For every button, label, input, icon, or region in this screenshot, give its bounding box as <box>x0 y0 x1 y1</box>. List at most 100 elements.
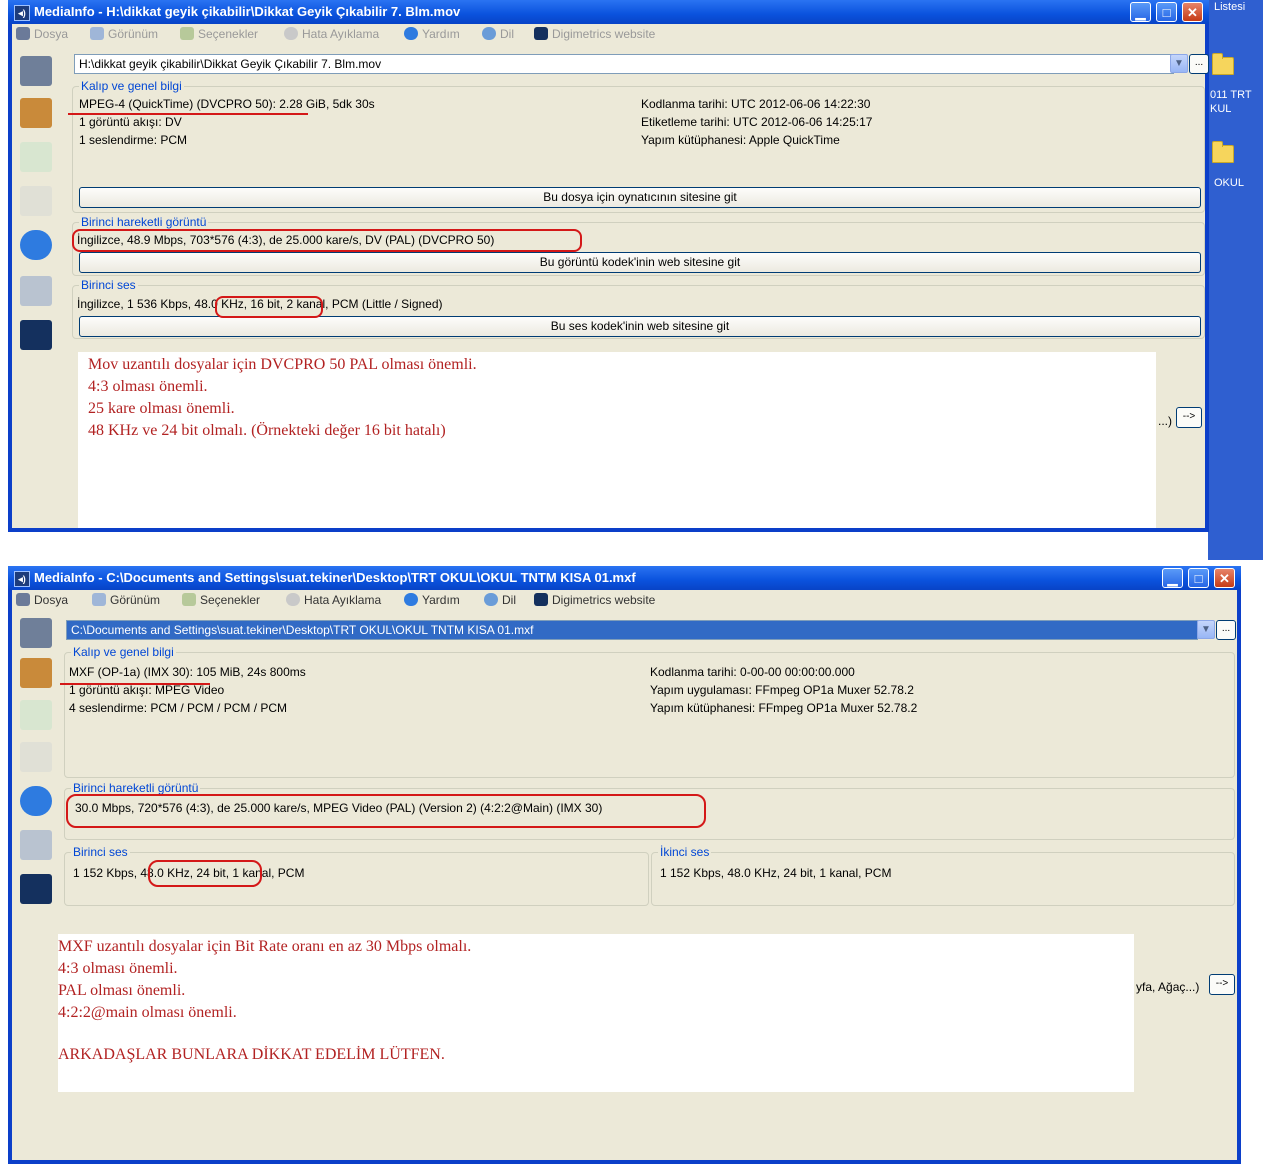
next-view-button[interactable]: --> <box>1176 407 1202 428</box>
digimetrics-icon <box>534 27 548 40</box>
preferences-icon[interactable] <box>20 742 52 772</box>
knowledge-icon[interactable] <box>20 276 52 306</box>
folder-icon[interactable] <box>1212 53 1234 75</box>
red-underline <box>68 113 308 115</box>
menu-gorunum[interactable]: Görünüm <box>92 593 160 607</box>
menu-label: Dosya <box>34 593 69 607</box>
open-folder-icon[interactable] <box>20 98 52 128</box>
combo-dropdown-arrow[interactable]: ▼ <box>1170 54 1188 73</box>
annotation-line: Mov uzantılı dosyalar için DVCPRO 50 PAL… <box>88 356 477 373</box>
open-file-icon[interactable] <box>20 56 52 86</box>
audio2-info-line: 1 152 Kbps, 48.0 KHz, 24 bit, 1 kanal, P… <box>660 866 892 880</box>
browse-button[interactable]: ... <box>1189 54 1209 74</box>
desktop-folder-label[interactable]: OKUL <box>1214 177 1244 189</box>
general-info-group: Kalıp ve genel bilgi MPEG-4 (QuickTime) … <box>72 79 1205 213</box>
globe-icon <box>484 593 498 606</box>
red-highlight-box <box>148 860 262 887</box>
menu-bar: Dosya Görünüm Seçenekler Hata Ayıklama Y… <box>12 24 1205 46</box>
options-icon <box>182 593 196 606</box>
group-legend: Birinci ses <box>79 278 138 292</box>
preferences-icon[interactable] <box>20 186 52 216</box>
audio-group-2: İkinci ses 1 152 Kbps, 48.0 KHz, 24 bit,… <box>651 845 1235 906</box>
group-legend: İkinci ses <box>658 845 712 859</box>
about-info-icon[interactable] <box>20 230 52 260</box>
maximize-button[interactable]: □ <box>1156 2 1177 22</box>
menu-secenekler[interactable]: Seçenekler <box>182 593 260 607</box>
menu-hata-ayiklama[interactable]: Hata Ayıklama <box>284 27 379 41</box>
desktop-folder-label[interactable]: 011 TRT <box>1210 89 1252 101</box>
debug-icon <box>286 593 300 606</box>
writing-application: Yapım uygulaması: FFmpeg OP1a Muxer 52.7… <box>650 683 914 697</box>
red-highlight-box <box>72 229 582 252</box>
general-video-count: 1 görüntü akışı: MPEG Video <box>69 683 225 697</box>
menu-dil[interactable]: Dil <box>484 593 516 607</box>
open-folder-icon[interactable] <box>20 658 52 688</box>
next-view-button[interactable]: --> <box>1209 974 1235 995</box>
title-bar[interactable]: ◂) MediaInfo - H:\dikkat geyik çikabilir… <box>8 0 1209 24</box>
digimetrics-icon[interactable] <box>20 874 52 904</box>
menu-dil[interactable]: Dil <box>482 27 514 41</box>
file-path-combobox[interactable]: H:\dikkat geyik çikabilir\Dikkat Geyik Ç… <box>74 54 1174 74</box>
digimetrics-icon[interactable] <box>20 320 52 350</box>
player-website-button[interactable]: Bu dosya için oynatıcının sitesine git <box>79 187 1201 208</box>
minimize-button[interactable]: ▁ <box>1162 568 1183 588</box>
group-legend: Birinci hareketli görüntü <box>79 215 209 229</box>
menu-gorunum[interactable]: Görünüm <box>90 27 158 41</box>
desktop-folder-label[interactable]: KUL <box>1210 103 1231 115</box>
general-format-line: MPEG-4 (QuickTime) (DVCPRO 50): 2.28 GiB… <box>79 97 375 111</box>
options-icon <box>180 27 194 40</box>
menu-digimetrics[interactable]: Digimetrics website <box>534 27 655 41</box>
group-legend: Birinci ses <box>71 845 130 859</box>
group-legend: Birinci hareketli görüntü <box>71 781 201 795</box>
writing-library: Yapım kütüphanesi: Apple QuickTime <box>641 133 840 147</box>
video-codec-website-button[interactable]: Bu görüntü kodek'inin web sitesine git <box>79 252 1201 273</box>
view-icon <box>90 27 104 40</box>
browse-button[interactable]: ... <box>1216 620 1236 640</box>
globe-icon <box>482 27 496 40</box>
red-highlight-box <box>66 794 706 828</box>
menu-bar: Dosya Görünüm Seçenekler Hata Ayıklama Y… <box>12 590 1237 612</box>
export-info-icon[interactable] <box>20 142 52 172</box>
desktop-label-listesi: Listesi <box>1214 1 1246 13</box>
mediainfo-window-mxf: ◂) MediaInfo - C:\Documents and Settings… <box>8 566 1241 1164</box>
menu-hata-ayiklama[interactable]: Hata Ayıklama <box>286 593 381 607</box>
file-icon <box>16 593 30 606</box>
folder-icon[interactable] <box>1212 141 1234 163</box>
annotation-warning: ARKADAŞLAR BUNLARA DİKKAT EDELİM LÜTFEN. <box>58 1046 445 1063</box>
title-bar[interactable]: ◂) MediaInfo - C:\Documents and Settings… <box>8 566 1241 590</box>
minimize-button[interactable]: ▁ <box>1130 2 1151 22</box>
file-path-combobox[interactable]: C:\Documents and Settings\suat.tekiner\D… <box>66 620 1198 640</box>
menu-yardim[interactable]: Yardım <box>404 27 460 41</box>
window-client: Dosya Görünüm Seçenekler Hata Ayıklama Y… <box>12 24 1209 528</box>
close-button[interactable]: ✕ <box>1214 568 1235 588</box>
annotation-line: 4:3 olması önemli. <box>88 378 208 395</box>
menu-label: Seçenekler <box>200 593 261 607</box>
annotation-line: 4:2:2@main olması önemli. <box>58 1004 237 1021</box>
menu-dosya[interactable]: Dosya <box>16 27 68 41</box>
window-title: MediaInfo - H:\dikkat geyik çikabilir\Di… <box>34 4 461 19</box>
general-audio-count: 4 seslendirme: PCM / PCM / PCM / PCM <box>69 701 288 715</box>
menu-dosya[interactable]: Dosya <box>16 593 68 607</box>
red-underline <box>60 683 210 685</box>
help-icon <box>404 27 418 40</box>
menu-label: Dil <box>502 593 516 607</box>
red-highlight-box <box>215 296 323 318</box>
general-audio-count: 1 seslendirme: PCM <box>79 133 188 147</box>
menu-digimetrics[interactable]: Digimetrics website <box>534 593 655 607</box>
close-button[interactable]: ✕ <box>1182 2 1203 22</box>
combo-dropdown-arrow[interactable]: ▼ <box>1197 620 1215 639</box>
export-info-icon[interactable] <box>20 700 52 730</box>
annotation-area: Mov uzantılı dosyalar için DVCPRO 50 PAL… <box>78 352 1156 528</box>
knowledge-icon[interactable] <box>20 830 52 860</box>
annotation-line: 4:3 olması önemli. <box>58 960 178 977</box>
maximize-button[interactable]: □ <box>1188 568 1209 588</box>
menu-label: Görünüm <box>110 593 161 607</box>
menu-label: Hata Ayıklama <box>302 27 380 41</box>
open-file-icon[interactable] <box>20 618 52 648</box>
menu-secenekler[interactable]: Seçenekler <box>180 27 258 41</box>
about-info-icon[interactable] <box>20 786 52 816</box>
mediainfo-app-icon: ◂) <box>14 571 30 587</box>
audio-codec-website-button[interactable]: Bu ses kodek'inin web sitesine git <box>79 316 1201 337</box>
menu-label: Dosya <box>34 27 69 41</box>
menu-yardim[interactable]: Yardım <box>404 593 460 607</box>
